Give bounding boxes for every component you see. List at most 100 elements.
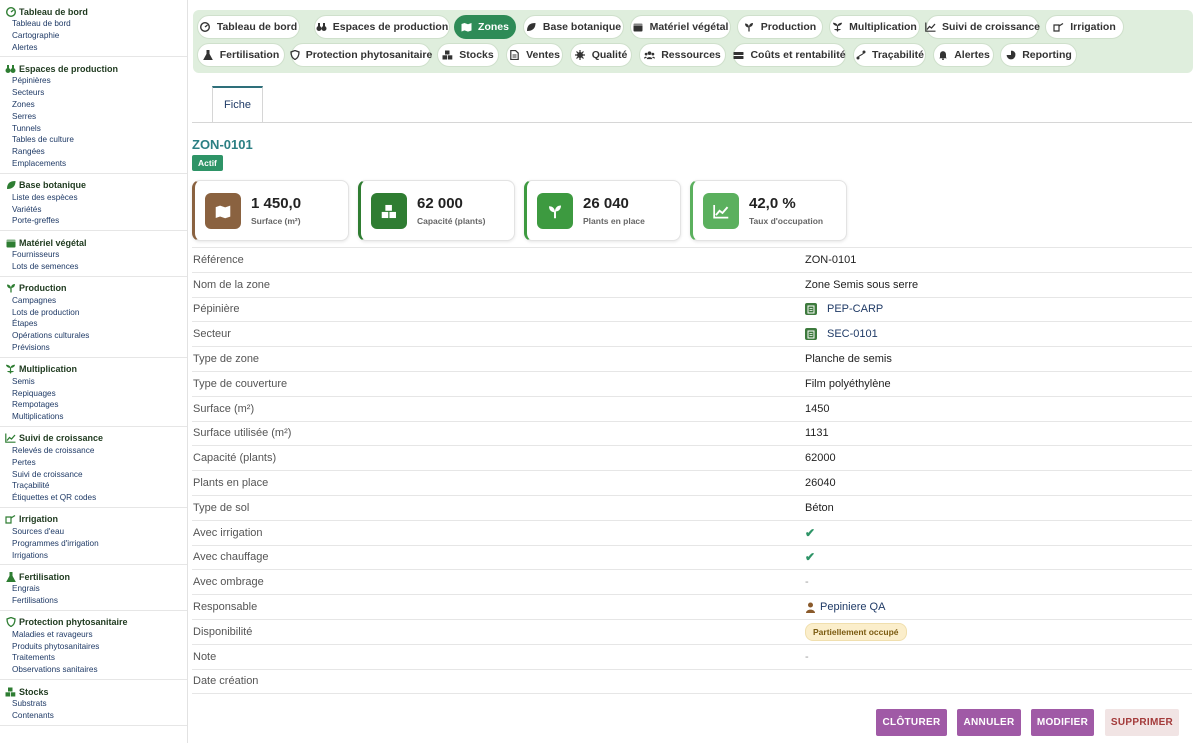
sidebar-item[interactable]: Porte-greffes: [0, 215, 187, 227]
sidebar-item[interactable]: Programmes d'irrigation: [0, 538, 187, 550]
nav-button[interactable]: Suivi de croissance: [925, 15, 1040, 39]
detail-row: Plants en place 26040: [192, 471, 1192, 496]
module-nav: Tableau de bord Espaces de production Zone…: [193, 10, 1193, 73]
users-icon: [644, 50, 656, 61]
detail-link[interactable]: PEP-CARP: [827, 303, 883, 315]
detail-link[interactable]: SEC-0101: [827, 328, 878, 340]
sidebar-item[interactable]: Tunnels: [0, 123, 187, 135]
sidebar-section-label: Irrigation: [19, 514, 59, 525]
sidebar-section-title[interactable]: Suivi de croissance: [0, 432, 187, 445]
sidebar-item[interactable]: Lots de production: [0, 307, 187, 319]
sidebar-item[interactable]: Pertes: [0, 457, 187, 469]
nav-button[interactable]: Traçabilité: [853, 43, 926, 67]
supprimer-button[interactable]: SUPPRIMER: [1105, 709, 1179, 736]
sidebar-item[interactable]: Relevés de croissance: [0, 445, 187, 457]
sidebar-section-title[interactable]: Base botanique: [0, 179, 187, 192]
sidebar-item[interactable]: Tableau de bord: [0, 18, 187, 30]
sidebar-item[interactable]: Variétés: [0, 204, 187, 216]
nav-button[interactable]: Alertes: [933, 43, 994, 67]
nav-button[interactable]: Coûts et rentabilité: [733, 43, 846, 67]
tab-label: Fiche: [224, 99, 251, 111]
sidebar-item[interactable]: Étapes: [0, 318, 187, 330]
sidebar-item[interactable]: Alertes: [0, 42, 187, 54]
sidebar-item[interactable]: Campagnes: [0, 295, 187, 307]
nav-button-label: Alertes: [954, 49, 990, 61]
page-title: ZON-0101: [192, 137, 253, 152]
sidebar-item[interactable]: Lots de semences: [0, 261, 187, 273]
nav-button-label: Irrigation: [1070, 21, 1116, 33]
sidebar-section-label: Matériel végétal: [19, 237, 87, 248]
nav-button[interactable]: Fertilisation: [197, 43, 285, 67]
sidebar-item[interactable]: Rempotages: [0, 399, 187, 411]
sidebar: Tableau de bord Tableau de bord Cartograph…: [0, 0, 188, 743]
tab-fiche[interactable]: Fiche: [212, 86, 263, 123]
sidebar-section-title[interactable]: Irrigation: [0, 513, 187, 526]
sidebar-item[interactable]: Opérations culturales: [0, 330, 187, 342]
nav-button[interactable]: Base botanique: [523, 15, 624, 39]
detail-row: Référence ZON-0101: [192, 248, 1192, 273]
responsible-link[interactable]: Pepiniere QA: [820, 601, 885, 613]
sidebar-item[interactable]: Irrigations: [0, 550, 187, 562]
sidebar-item[interactable]: Fournisseurs: [0, 249, 187, 261]
nav-button[interactable]: Ventes: [506, 43, 563, 67]
sidebar-item[interactable]: Sources d'eau: [0, 526, 187, 538]
sidebar-section-title[interactable]: Fertilisation: [0, 570, 187, 583]
sidebar-section-title[interactable]: Stocks: [0, 685, 187, 698]
sidebar-item[interactable]: Maladies et ravageurs: [0, 629, 187, 641]
nav-button[interactable]: Qualité: [570, 43, 632, 67]
sidebar-section-title[interactable]: Espaces de production: [0, 62, 187, 75]
nav-button-label: Base botanique: [542, 21, 622, 33]
nav-button[interactable]: Production: [737, 15, 823, 39]
sidebar-item[interactable]: Traçabilité: [0, 480, 187, 492]
detail-row: Capacité (plants) 62000: [192, 446, 1192, 472]
sidebar-item[interactable]: Tables de culture: [0, 134, 187, 146]
seedling-icon: [744, 22, 755, 33]
sidebar-item[interactable]: Suivi de croissance: [0, 469, 187, 481]
sidebar-item[interactable]: Repiquages: [0, 388, 187, 400]
sidebar-item[interactable]: Étiquettes et QR codes: [0, 492, 187, 504]
sidebar-section-title[interactable]: Matériel végétal: [0, 236, 187, 249]
detail-label: Type de couverture: [193, 377, 288, 390]
chart-icon: [5, 433, 16, 444]
annuler-button[interactable]: ANNULER: [957, 709, 1021, 736]
detail-value-cell: SEC-0101: [805, 328, 878, 341]
sidebar-section-title[interactable]: Tableau de bord: [0, 5, 187, 18]
seedling-icon: [537, 193, 573, 229]
nav-button[interactable]: Multiplication: [829, 15, 920, 39]
sidebar-item[interactable]: Prévisions: [0, 342, 187, 354]
sidebar-item[interactable]: Rangées: [0, 146, 187, 158]
nav-button[interactable]: Protection phytosanitaire: [290, 43, 432, 67]
sidebar-item[interactable]: Pépinières: [0, 75, 187, 87]
sidebar-item[interactable]: Emplacements: [0, 158, 187, 170]
nav-button[interactable]: Reporting: [1000, 43, 1077, 67]
modifier-button[interactable]: MODIFIER: [1031, 709, 1094, 736]
sidebar-item[interactable]: Zones: [0, 99, 187, 111]
sidebar-section-title[interactable]: Production: [0, 282, 187, 295]
sidebar-item[interactable]: Substrats: [0, 698, 187, 710]
nav-button[interactable]: Espaces de production: [314, 15, 450, 39]
clturer-button[interactable]: CLÔTURER: [876, 709, 947, 736]
nav-button[interactable]: Tableau de bord: [197, 15, 300, 39]
nav-button[interactable]: Stocks: [437, 43, 499, 67]
sidebar-item[interactable]: Liste des espèces: [0, 192, 187, 204]
nav-button[interactable]: Ressources: [639, 43, 726, 67]
sidebar-item[interactable]: Secteurs: [0, 87, 187, 99]
leaf-icon: [526, 22, 537, 33]
sidebar-item[interactable]: Semis: [0, 376, 187, 388]
sidebar-item[interactable]: Observations sanitaires: [0, 664, 187, 676]
nav-button[interactable]: Zones: [454, 15, 516, 39]
detail-row: Secteur SEC-0101: [192, 322, 1192, 348]
nav-button[interactable]: Irrigation: [1045, 15, 1124, 39]
sidebar-section-title[interactable]: Multiplication: [0, 363, 187, 376]
sidebar-item[interactable]: Multiplications: [0, 411, 187, 423]
sidebar-item[interactable]: Produits phytosanitaires: [0, 641, 187, 653]
nav-button[interactable]: Matériel végétal: [630, 15, 731, 39]
sidebar-item[interactable]: Traitements: [0, 652, 187, 664]
sidebar-item[interactable]: Contenants: [0, 710, 187, 722]
sidebar-section-title[interactable]: Protection phytosanitaire: [0, 616, 187, 629]
sidebar-item[interactable]: Fertilisations: [0, 595, 187, 607]
star-icon: [575, 50, 586, 61]
sidebar-item[interactable]: Cartographie: [0, 30, 187, 42]
sidebar-item[interactable]: Engrais: [0, 583, 187, 595]
sidebar-item[interactable]: Serres: [0, 111, 187, 123]
